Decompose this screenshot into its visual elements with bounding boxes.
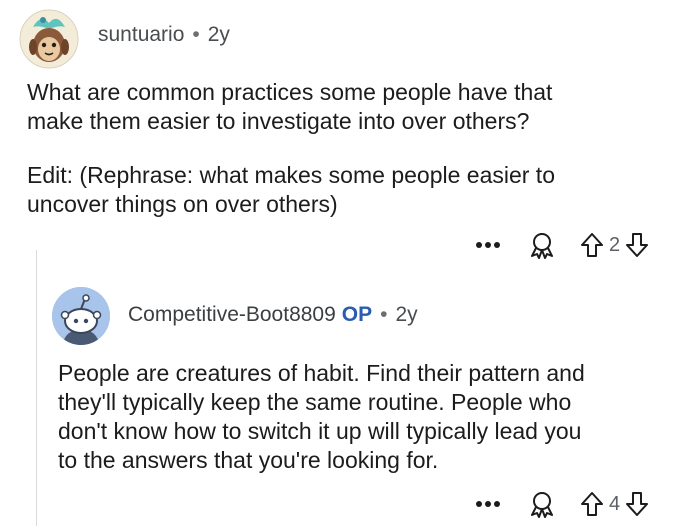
avatar[interactable] bbox=[52, 287, 110, 345]
comment-paragraph: People are creatures of habit. Find thei… bbox=[58, 359, 678, 475]
text-line: they'll typically keep the same routine.… bbox=[58, 389, 572, 415]
comment-paragraph: What are common practices some people ha… bbox=[27, 78, 667, 136]
username[interactable]: suntuario bbox=[98, 23, 184, 46]
more-options-button[interactable] bbox=[470, 500, 506, 508]
text-line: make them easier to investigate into ove… bbox=[27, 108, 530, 134]
username[interactable]: Competitive-Boot8809 bbox=[128, 303, 336, 326]
thread-line bbox=[36, 250, 37, 526]
text-line: don't know how to switch it up will typi… bbox=[58, 418, 582, 444]
comment-actions: 2 bbox=[470, 228, 649, 262]
more-options-button[interactable] bbox=[470, 241, 506, 249]
vote-count: 2 bbox=[609, 233, 621, 256]
text-line: People are creatures of habit. Find thei… bbox=[58, 360, 585, 386]
avatar[interactable] bbox=[19, 9, 79, 69]
separator-dot: • bbox=[380, 303, 388, 326]
award-icon bbox=[531, 233, 553, 259]
more-options-icon bbox=[476, 242, 500, 248]
upvote-arrow-icon bbox=[581, 233, 603, 257]
text-line: uncover things on over others) bbox=[27, 191, 338, 217]
comment-meta: suntuario • 2y bbox=[98, 22, 230, 48]
upvote-button[interactable] bbox=[580, 232, 604, 258]
avatar-image bbox=[19, 9, 79, 69]
text-line: What are common practices some people ha… bbox=[27, 79, 553, 105]
comment-age: 2y bbox=[395, 303, 418, 326]
downvote-arrow-icon bbox=[626, 233, 649, 257]
snoo-avatar-icon bbox=[52, 287, 110, 345]
award-icon bbox=[531, 492, 553, 518]
text-line: Edit: (Rephrase: what makes some people … bbox=[27, 162, 555, 188]
upvote-button[interactable] bbox=[580, 491, 604, 517]
award-button[interactable] bbox=[528, 231, 556, 259]
award-button[interactable] bbox=[528, 490, 556, 518]
text-line: to the answers that you're looking for. bbox=[58, 447, 439, 473]
upvote-arrow-icon bbox=[581, 492, 603, 516]
comment-meta: Competitive-Boot8809 OP • 2y bbox=[128, 302, 418, 328]
comment-actions: 4 bbox=[470, 487, 649, 521]
vote-count: 4 bbox=[609, 492, 621, 515]
downvote-arrow-icon bbox=[626, 492, 649, 516]
comment-age: 2y bbox=[207, 23, 230, 46]
op-badge: OP bbox=[341, 303, 373, 326]
more-options-icon bbox=[476, 501, 500, 507]
comment-paragraph: Edit: (Rephrase: what makes some people … bbox=[27, 161, 667, 219]
downvote-button[interactable] bbox=[625, 232, 649, 258]
downvote-button[interactable] bbox=[625, 491, 649, 517]
separator-dot: • bbox=[192, 23, 200, 46]
